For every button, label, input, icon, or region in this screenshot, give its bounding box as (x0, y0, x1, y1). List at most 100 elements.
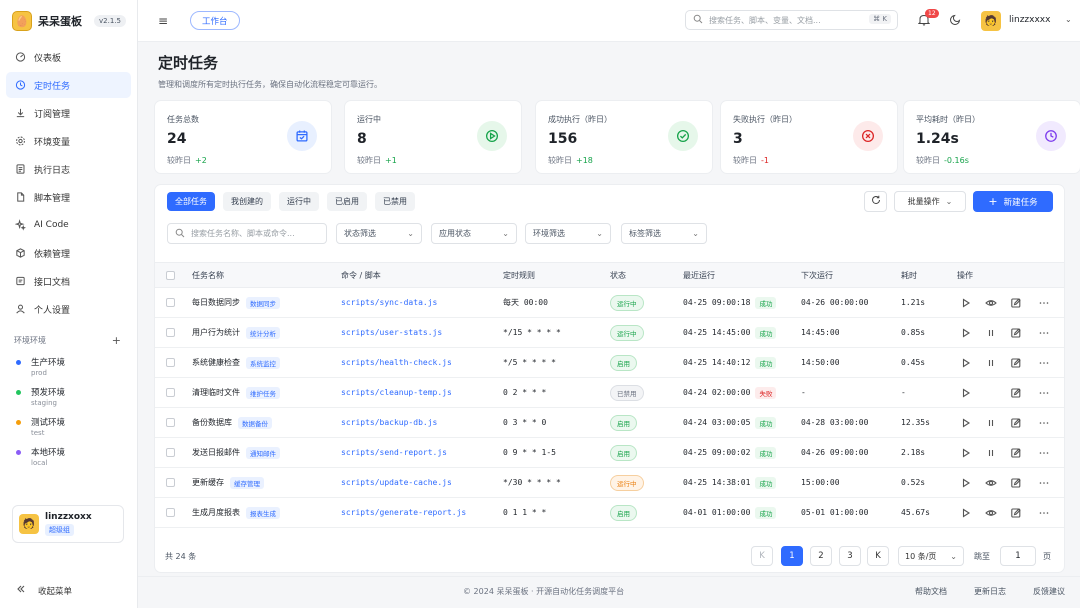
eye-icon[interactable] (985, 477, 997, 489)
sidebar-item-8[interactable]: 接口文档 (6, 268, 131, 294)
edit-icon[interactable] (1010, 507, 1022, 519)
more-icon[interactable] (1038, 477, 1050, 489)
env-item[interactable]: 生产环境 prod (0, 356, 137, 377)
page-button[interactable]: 3 (839, 546, 861, 566)
pause-icon[interactable] (985, 327, 997, 339)
workbench-button[interactable]: 工作台 (190, 11, 240, 30)
row-checkbox[interactable] (166, 288, 175, 317)
edit-icon[interactable] (1010, 357, 1022, 369)
tab-1[interactable]: 我创建的 (223, 192, 271, 211)
env-item[interactable]: 本地环境 local (0, 446, 137, 467)
pause-icon[interactable] (985, 447, 997, 459)
eye-icon[interactable] (985, 297, 997, 309)
task-name[interactable]: 清理临时文件 (192, 387, 240, 398)
table-row[interactable]: 用户行为统计 统计分析 scripts/user-stats.js */15 * * … (155, 318, 1064, 348)
task-command[interactable]: scripts/generate-report.js (341, 498, 466, 527)
row-checkbox[interactable] (166, 438, 175, 467)
pause-icon[interactable] (985, 357, 997, 369)
run-icon[interactable] (960, 417, 972, 429)
more-icon[interactable] (1038, 297, 1050, 309)
more-icon[interactable] (1038, 417, 1050, 429)
table-row[interactable]: 清理临时文件 维护任务 scripts/cleanup-temp.js 0 2 * *… (155, 378, 1064, 408)
more-icon[interactable] (1038, 327, 1050, 339)
help-docs-link[interactable]: 帮助文档 (915, 586, 947, 597)
sidebar-item-4[interactable]: 执行日志 (6, 156, 131, 182)
row-checkbox[interactable] (166, 348, 175, 377)
tab-2[interactable]: 运行中 (279, 192, 319, 211)
row-checkbox[interactable] (166, 498, 175, 527)
table-row[interactable]: 发送日报邮件 通知邮件 scripts/send-report.js 0 9 * * … (155, 438, 1064, 468)
task-name[interactable]: 用户行为统计 (192, 327, 240, 338)
sidebar-item-5[interactable]: 脚本管理 (6, 184, 131, 210)
sidebar-item-3[interactable]: 环境变量 (6, 128, 131, 154)
tab-0[interactable]: 全部任务 (167, 192, 215, 211)
row-checkbox[interactable] (166, 408, 175, 437)
changelog-link[interactable]: 更新日志 (974, 586, 1006, 597)
filter-select[interactable]: 状态筛选 ⌄ (336, 223, 422, 244)
feedback-link[interactable]: 反馈建议 (1033, 586, 1065, 597)
moon-icon[interactable] (950, 13, 962, 28)
top-username[interactable]: linzzxxxx (1009, 15, 1050, 25)
more-icon[interactable] (1038, 447, 1050, 459)
row-checkbox[interactable] (166, 468, 175, 497)
sidebar-item-1[interactable]: 定时任务 (6, 72, 131, 98)
table-row[interactable]: 更新缓存 缓存管理 scripts/update-cache.js */30 * * … (155, 468, 1064, 498)
task-name[interactable]: 备份数据库 (192, 417, 232, 428)
env-item[interactable]: 测试环境 test (0, 416, 137, 437)
filter-select[interactable]: 应用状态 ⌄ (431, 223, 517, 244)
edit-icon[interactable] (1010, 447, 1022, 459)
row-checkbox[interactable] (166, 378, 175, 407)
task-name[interactable]: 系统健康检查 (192, 357, 240, 368)
sidebar-item-2[interactable]: 订阅管理 (6, 100, 131, 126)
table-row[interactable]: 备份数据库 数据备份 scripts/backup-db.js 0 3 * * 0 启用… (155, 408, 1064, 438)
edit-icon[interactable] (1010, 477, 1022, 489)
task-name[interactable]: 发送日报邮件 (192, 447, 240, 458)
task-command[interactable]: scripts/sync-data.js (341, 288, 437, 317)
pause-icon[interactable] (985, 417, 997, 429)
task-search-input[interactable]: 搜索任务名称、脚本或命令... (167, 223, 327, 244)
row-checkbox[interactable] (166, 318, 175, 347)
filter-select[interactable]: 环境筛选 ⌄ (525, 223, 611, 244)
more-icon[interactable] (1038, 387, 1050, 399)
task-name[interactable]: 更新缓存 (192, 477, 224, 488)
tab-3[interactable]: 已启用 (327, 192, 367, 211)
run-icon[interactable] (960, 447, 972, 459)
eye-icon[interactable] (985, 507, 997, 519)
jump-page-input[interactable]: 1 (1000, 546, 1036, 566)
more-icon[interactable] (1038, 507, 1050, 519)
refresh-button[interactable] (864, 191, 887, 212)
run-icon[interactable] (960, 357, 972, 369)
task-command[interactable]: scripts/backup-db.js (341, 408, 437, 437)
run-icon[interactable] (960, 327, 972, 339)
add-env-icon[interactable]: + (112, 334, 121, 347)
run-icon[interactable] (960, 387, 972, 399)
task-command[interactable]: scripts/update-cache.js (341, 468, 452, 497)
per-page-select[interactable]: 10 条/页 ⌄ (898, 546, 964, 566)
collapse-menu-button[interactable]: 收起菜单 (16, 584, 72, 597)
edit-icon[interactable] (1010, 297, 1022, 309)
hamburger-menu-icon[interactable]: ≡ (158, 14, 168, 28)
select-all-checkbox[interactable] (166, 263, 175, 287)
batch-actions-dropdown[interactable]: 批量操作 ⌄ (894, 191, 966, 212)
task-command[interactable]: scripts/user-stats.js (341, 318, 442, 347)
page-button[interactable]: 2 (810, 546, 832, 566)
task-command[interactable]: scripts/send-report.js (341, 438, 447, 467)
run-icon[interactable] (960, 297, 972, 309)
table-row[interactable]: 每日数据同步 数据同步 scripts/sync-data.js 每天 00:00 运行… (155, 288, 1064, 318)
sidebar-item-0[interactable]: 仪表板 (6, 44, 131, 70)
first-page-button[interactable]: K (751, 546, 773, 566)
chevron-down-icon[interactable]: ⌄ (1065, 15, 1072, 24)
global-search-input[interactable]: 搜索任务、脚本、变量、文档... ⌘ K (685, 10, 898, 30)
last-page-button[interactable]: K (867, 546, 889, 566)
task-command[interactable]: scripts/health-check.js (341, 348, 452, 377)
edit-icon[interactable] (1010, 387, 1022, 399)
tab-4[interactable]: 已禁用 (375, 192, 415, 211)
sidebar-item-7[interactable]: 依赖管理 (6, 240, 131, 266)
table-row[interactable]: 生成月度报表 报表生成 scripts/generate-report.js 0 1 … (155, 498, 1064, 528)
edit-icon[interactable] (1010, 327, 1022, 339)
sidebar-item-9[interactable]: 个人设置 (6, 296, 131, 322)
page-button[interactable]: 1 (781, 546, 803, 566)
run-icon[interactable] (960, 507, 972, 519)
task-name[interactable]: 每日数据同步 (192, 297, 240, 308)
task-command[interactable]: scripts/cleanup-temp.js (341, 378, 452, 407)
